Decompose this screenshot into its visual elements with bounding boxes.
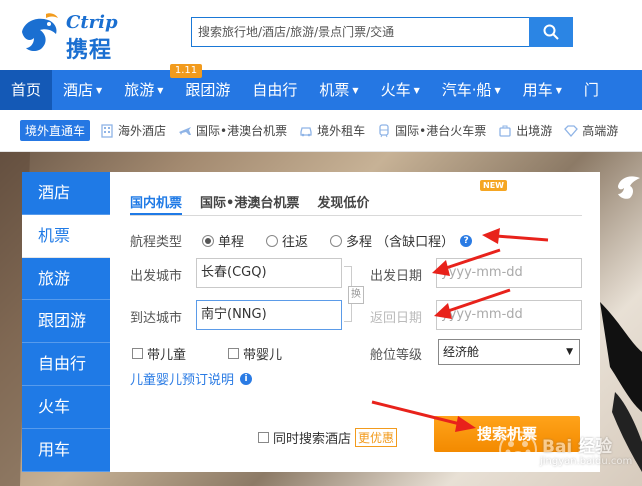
side-tab-independent-travel[interactable]: 自由行 [22, 343, 110, 386]
radio-one-way[interactable] [202, 234, 214, 247]
subnav-intl-flights[interactable]: 国际•港澳台机票 [178, 122, 287, 139]
swap-cities-button[interactable]: 换 [348, 286, 364, 304]
nav-train[interactable]: 火车 ▼ [370, 70, 431, 110]
site-search-button[interactable] [529, 17, 573, 47]
product-side-tabs: 酒店 机票 旅游 跟团游 自由行 火车 用车 [22, 172, 110, 472]
flight-search-panel: 国内机票 国际•港澳台机票 发现低价 NEW 航程类型 单程 往返 多程 （含缺… [110, 172, 600, 472]
chevron-down-icon: ▼ [555, 86, 562, 95]
child-info-label: 儿童婴儿预订说明 [130, 373, 235, 388]
main-nav: 首页 酒店 ▼ 旅游 ▼ 跟团游 自由行 机票 ▼ 火车 ▼ 汽车·船 ▼ 用车 ▼ 门 [0, 70, 642, 110]
chevron-down-icon: ▼ [96, 86, 103, 95]
building-icon [101, 123, 113, 138]
infant-checkbox-box[interactable] [228, 348, 239, 359]
child-infant-info-link[interactable]: 儿童婴儿预订说明 i [130, 369, 253, 388]
site-header: Ctrip 携程 搜索旅行地/酒店/旅游/景点门票/交通 [0, 0, 642, 70]
chevron-down-icon: ▼ [157, 86, 164, 95]
subnav-overseas-hotel[interactable]: 海外酒店 [100, 122, 166, 139]
with-infant-checkbox[interactable]: 带婴儿 [228, 344, 282, 363]
ctrip-logo[interactable]: Ctrip 携程 [16, 8, 146, 63]
side-tab-hotel[interactable]: 酒店 [22, 172, 110, 215]
better-deal-badge: 更优惠 [355, 428, 398, 447]
to-city-input[interactable]: 南宁(NNG) [196, 300, 342, 330]
cabin-class-label: 舱位等级 [370, 348, 423, 363]
subnav-outbound-tour[interactable]: 出境游 [498, 122, 552, 139]
info-icon: i [240, 372, 253, 385]
chevron-down-icon: ▼ [352, 86, 359, 95]
radio-round-trip[interactable] [266, 234, 279, 247]
nav-bus-ship[interactable]: 汽车·船 ▼ [431, 70, 512, 110]
subnav-luxury-tour[interactable]: 高端游 [564, 122, 618, 139]
paw-logo-icon [499, 431, 537, 469]
ctrip-banner-logo-icon [618, 176, 640, 199]
trip-type-radios: 单程 往返 多程 （含缺口程） ? [202, 231, 473, 250]
suitcase-icon [499, 125, 511, 137]
watermark-url: jingyan.baidu.com [540, 456, 633, 467]
new-badge: NEW [480, 180, 507, 191]
side-tab-flights[interactable]: 机票 [22, 214, 110, 258]
nav-independent-travel[interactable]: 自由行 [241, 70, 308, 110]
return-date-label: 返回日期 [370, 311, 423, 326]
round-trip-label: 往返 [282, 235, 309, 250]
promo-badge: 1.11 [170, 64, 202, 78]
train-icon [379, 123, 389, 137]
search-hotel-label: 同时搜索酒店 [273, 432, 352, 447]
flight-type-tabs: 国内机票 国际•港澳台机票 发现低价 [130, 192, 582, 216]
cabin-class-select[interactable]: 经济舱 ▼ [438, 339, 580, 365]
chevron-down-icon: ▼ [413, 86, 420, 95]
multi-city-label: 多程 （含缺口程） [346, 235, 455, 250]
child-checkbox-box[interactable] [132, 348, 143, 359]
nav-hotel[interactable]: 酒店 ▼ [52, 70, 113, 110]
cabin-class-value: 经济舱 [443, 345, 480, 359]
car-icon [300, 126, 312, 136]
overseas-subnav: 境外直通车 海外酒店 国际•港澳台机票 境外租车 国际•港台火车票 出境游 高端… [0, 110, 642, 152]
with-child-label: 带儿童 [147, 348, 187, 363]
with-infant-label: 带婴儿 [243, 348, 283, 363]
trip-type-label: 航程类型 [130, 235, 183, 250]
subnav-overseas-car[interactable]: 境外租车 [299, 122, 365, 139]
side-tab-travel[interactable]: 旅游 [22, 258, 110, 301]
subnav-intl-train[interactable]: 国际•港台火车票 [377, 122, 486, 139]
chevron-down-icon: ▼ [494, 86, 501, 95]
side-tab-car[interactable]: 用车 [22, 429, 110, 472]
from-city-input[interactable]: 长春(CGQ) [196, 258, 342, 288]
return-date-input[interactable]: yyyy-mm-dd [436, 300, 582, 330]
site-search-input[interactable]: 搜索旅行地/酒店/旅游/景点门票/交通 [191, 17, 529, 47]
logo-chinese: 携程 [66, 38, 113, 63]
tab-low-fare[interactable]: 发现低价 [317, 192, 369, 215]
nav-travel[interactable]: 旅游 ▼ [113, 70, 174, 110]
search-icon [543, 24, 559, 40]
with-child-checkbox[interactable]: 带儿童 [132, 344, 186, 363]
radio-multi-city[interactable] [330, 234, 343, 247]
watermark-text: Bai 经验 [542, 437, 613, 457]
plane-icon [179, 126, 192, 135]
overseas-tag: 境外直通车 [20, 120, 91, 141]
depart-date-label: 出发日期 [370, 269, 423, 284]
dolphin-logo-icon [22, 13, 58, 51]
tab-domestic-flights[interactable]: 国内机票 [130, 192, 183, 215]
search-hotel-checkbox[interactable]: 同时搜索酒店 更优惠 [258, 428, 398, 447]
hotel-checkbox-box[interactable] [258, 432, 269, 443]
from-city-label: 出发城市 [130, 269, 183, 284]
nav-tickets[interactable]: 门 [573, 70, 610, 110]
nav-flights[interactable]: 机票 ▼ [308, 70, 369, 110]
side-tab-train[interactable]: 火车 [22, 386, 110, 429]
baidu-watermark: Bai 经验 jingyan.baidu.com [498, 430, 638, 480]
nav-car[interactable]: 用车 ▼ [512, 70, 573, 110]
nav-home[interactable]: 首页 [0, 70, 53, 110]
one-way-label: 单程 [218, 235, 245, 250]
logo-english: Ctrip [66, 12, 118, 33]
to-city-label: 到达城市 [130, 311, 183, 326]
help-icon[interactable]: ? [460, 234, 473, 247]
depart-date-input[interactable]: yyyy-mm-dd [436, 258, 582, 288]
chevron-down-icon: ▼ [566, 347, 573, 357]
diamond-icon [564, 124, 579, 137]
tab-intl-flights[interactable]: 国际•港澳台机票 [200, 192, 299, 215]
side-tab-group-tour[interactable]: 跟团游 [22, 300, 110, 344]
